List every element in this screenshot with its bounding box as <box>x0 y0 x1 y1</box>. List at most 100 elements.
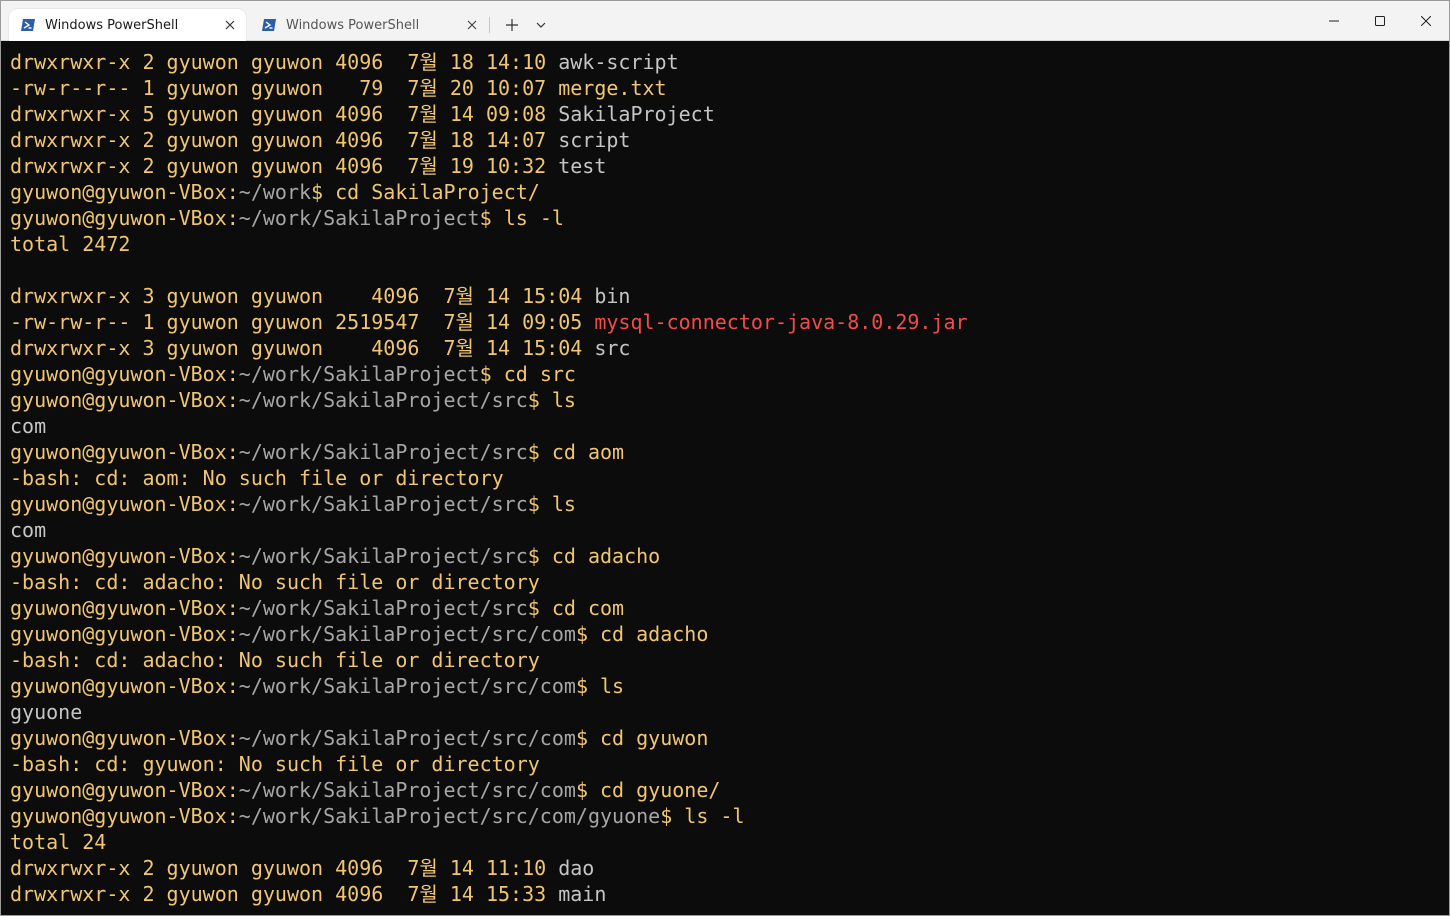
terminal-text: gyuwon@gyuwon-VBox: <box>10 362 239 386</box>
terminal-text: bin <box>594 284 631 308</box>
terminal-text: gyuwon@gyuwon-VBox: <box>10 440 239 464</box>
terminal-text: test <box>558 154 607 178</box>
terminal-line: drwxrwxr-x 2 gyuwon gyuwon 4096 7월 18 14… <box>10 49 1440 75</box>
terminal-text: total 24 <box>10 830 107 854</box>
powershell-icon <box>262 19 276 31</box>
tab-label: Windows PowerShell <box>286 17 420 33</box>
close-icon[interactable] <box>222 17 238 33</box>
terminal-text: $ cd aom <box>527 440 625 464</box>
terminal-line: gyuwon@gyuwon-VBox:~/work/SakilaProject/… <box>10 439 1440 465</box>
terminal-line: gyuwon@gyuwon-VBox:~/work/SakilaProject/… <box>10 777 1440 803</box>
new-tab-button[interactable] <box>500 13 524 37</box>
terminal-text: ~/work/SakilaProject/src/com <box>238 778 576 802</box>
powershell-icon <box>21 19 35 31</box>
terminal-text: -rw-rw-r-- 1 gyuwon gyuwon 2519547 7월 14… <box>10 310 595 334</box>
terminal-text: awk-script <box>558 50 679 74</box>
terminal-line: -bash: cd: adacho: No such file or direc… <box>10 569 1440 595</box>
terminal-line: drwxrwxr-x 2 gyuwon gyuwon 4096 7월 18 14… <box>10 127 1440 153</box>
terminal-line: -rw-r--r-- 1 gyuwon gyuwon 79 7월 20 10:0… <box>10 75 1440 101</box>
close-icon[interactable] <box>464 17 480 33</box>
terminal-text: $ ls <box>527 388 576 412</box>
title-bar: Windows PowerShell Windows PowerShell <box>1 1 1449 41</box>
terminal-text: ~/work/SakilaProject/src <box>238 544 528 568</box>
terminal-text: -bash: cd: aom: No such file or director… <box>10 466 504 490</box>
tab-label: Windows PowerShell <box>45 17 179 33</box>
terminal-text: $ cd com <box>527 596 625 620</box>
terminal-line: -bash: cd: adacho: No such file or direc… <box>10 647 1440 673</box>
terminal-text: gyuwon@gyuwon-VBox: <box>10 206 239 230</box>
terminal-text: script <box>558 128 631 152</box>
terminal-line: gyuwon@gyuwon-VBox:~/work$ cd SakilaProj… <box>10 179 1440 205</box>
terminal-text: $ ls <box>575 674 625 698</box>
terminal-text: com <box>10 518 47 542</box>
maximize-button[interactable] <box>1357 1 1403 41</box>
terminal-text: ~/work/SakilaProject/src <box>238 492 528 516</box>
tab-powershell-active[interactable]: Windows PowerShell <box>9 9 246 41</box>
terminal-text: drwxrwxr-x 3 gyuwon gyuwon 4096 7월 14 15… <box>10 336 595 360</box>
plus-icon <box>506 19 518 31</box>
terminal-line: gyuwon@gyuwon-VBox:~/work/SakilaProject/… <box>10 595 1440 621</box>
terminal-text: $ ls -l <box>479 206 564 230</box>
terminal-text: -bash: cd: adacho: No such file or direc… <box>10 648 540 672</box>
terminal-output[interactable]: drwxrwxr-x 2 gyuwon gyuwon 4096 7월 18 14… <box>10 49 1440 915</box>
terminal-line: gyuwon@gyuwon-VBox:~/work/SakilaProject$… <box>10 205 1440 231</box>
terminal-text: mysql-connector-java-8.0.29.jar <box>594 310 968 334</box>
terminal-text: com <box>10 414 47 438</box>
terminal-text: ~/work/SakilaProject/src <box>238 440 528 464</box>
terminal-line: gyuwon@gyuwon-VBox:~/work/SakilaProject/… <box>10 725 1440 751</box>
terminal-text: gyuwon@gyuwon-VBox: <box>10 180 239 204</box>
terminal-text: drwxrwxr-x 2 gyuwon gyuwon 4096 7월 18 14… <box>10 50 559 74</box>
terminal-text: -bash: cd: gyuwon: No such file or direc… <box>10 752 540 776</box>
terminal-text: $ ls -l <box>660 804 745 828</box>
tab-dropdown-button[interactable] <box>529 13 553 37</box>
terminal-line: drwxrwxr-x 2 gyuwon gyuwon 4096 7월 19 10… <box>10 153 1440 179</box>
terminal-text: drwxrwxr-x 2 gyuwon gyuwon 4096 7월 19 10… <box>10 154 559 178</box>
terminal-text: $ cd adacho <box>527 544 661 568</box>
terminal-line: gyuwon@gyuwon-VBox:~/work/SakilaProject$… <box>10 361 1440 387</box>
terminal-line: drwxrwxr-x 2 gyuwon gyuwon 4096 7월 14 11… <box>10 855 1440 881</box>
minimize-button[interactable] <box>1311 1 1357 41</box>
terminal-text: $ cd adacho <box>575 622 709 646</box>
terminal-line: com <box>10 517 1440 543</box>
minimize-icon <box>1329 20 1339 22</box>
terminal-text: main <box>558 882 607 906</box>
terminal-text: drwxrwxr-x 2 gyuwon gyuwon 4096 7월 14 11… <box>10 856 559 880</box>
terminal-text: -bash: cd: adacho: No such file or direc… <box>10 570 540 594</box>
terminal-text: ~/work/SakilaProject/src/com <box>238 674 576 698</box>
terminal-text: ~/work/SakilaProject/src/com/gyuone <box>238 804 661 828</box>
terminal-text: gyuwon@gyuwon-VBox: <box>10 622 239 646</box>
terminal-line: gyuwon@gyuwon-VBox:~/work/SakilaProject/… <box>10 673 1440 699</box>
chevron-down-icon <box>536 22 546 28</box>
terminal-line: total 2472 <box>10 231 1440 257</box>
terminal-text: ~/work/SakilaProject <box>238 206 480 230</box>
terminal-line: -bash: cd: aom: No such file or director… <box>10 465 1440 491</box>
close-window-button[interactable] <box>1403 1 1449 41</box>
terminal-text: src <box>594 336 631 360</box>
terminal-line: gyuwon@gyuwon-VBox:~/work/SakilaProject/… <box>10 803 1440 829</box>
terminal-text: gyuwon@gyuwon-VBox: <box>10 388 239 412</box>
terminal-text: gyuwon@gyuwon-VBox: <box>10 726 239 750</box>
terminal-text: ~/work/SakilaProject/src <box>238 388 528 412</box>
terminal-text: ~/work/SakilaProject/src <box>238 596 528 620</box>
terminal-text: gyuwon@gyuwon-VBox: <box>10 674 239 698</box>
terminal-text: dao <box>558 856 595 880</box>
terminal-text: drwxrwxr-x 5 gyuwon gyuwon 4096 7월 14 09… <box>10 102 559 126</box>
terminal-text: ~/work/SakilaProject <box>238 362 480 386</box>
terminal-text: gyuwon@gyuwon-VBox: <box>10 596 239 620</box>
terminal-text: drwxrwxr-x 2 gyuwon gyuwon 4096 7월 18 14… <box>10 128 559 152</box>
terminal-line: gyuwon@gyuwon-VBox:~/work/SakilaProject/… <box>10 387 1440 413</box>
terminal-text: $ cd SakilaProject/ <box>311 180 540 204</box>
terminal-text: gyuwon@gyuwon-VBox: <box>10 544 239 568</box>
terminal-window: Windows PowerShell Windows PowerShell dr… <box>0 0 1450 916</box>
terminal-text: gyuwon@gyuwon-VBox: <box>10 778 239 802</box>
terminal-text: gyuwon@gyuwon-VBox: <box>10 492 239 516</box>
terminal-text: $ cd src <box>479 362 576 386</box>
terminal-line: drwxrwxr-x 5 gyuwon gyuwon 4096 7월 14 09… <box>10 101 1440 127</box>
terminal-line: drwxrwxr-x 3 gyuwon gyuwon 4096 7월 14 15… <box>10 335 1440 361</box>
terminal-line: gyuwon@gyuwon-VBox:~/work/SakilaProject/… <box>10 543 1440 569</box>
terminal-text: $ cd gyuone/ <box>575 778 721 802</box>
maximize-icon <box>1375 16 1385 26</box>
tab-powershell-inactive[interactable]: Windows PowerShell <box>250 9 488 41</box>
terminal-line: com <box>10 413 1440 439</box>
